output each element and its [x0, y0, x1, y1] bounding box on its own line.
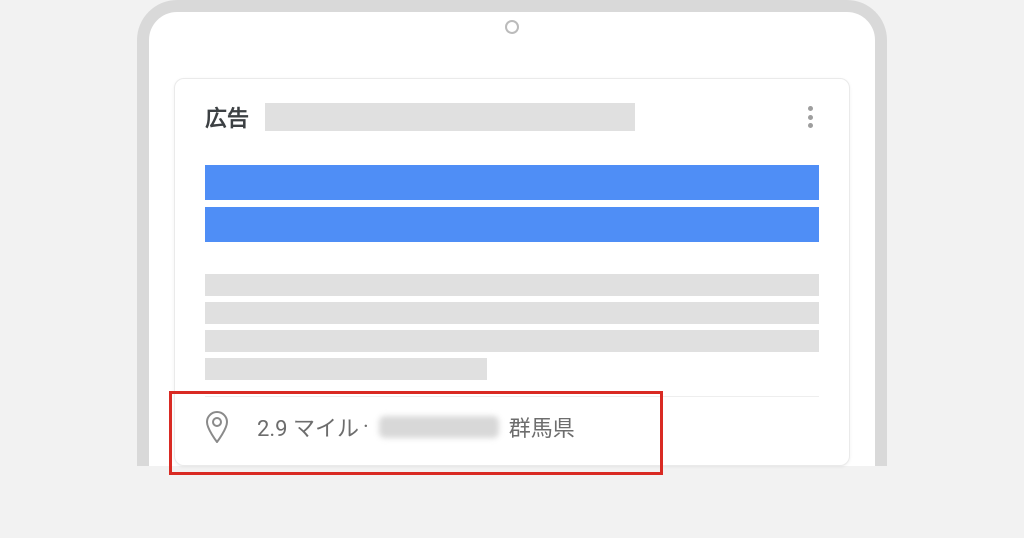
- ad-url-placeholder: [265, 103, 635, 131]
- ad-description-line: [205, 302, 819, 324]
- ad-description-line: [205, 330, 819, 352]
- ad-description-line-short: [205, 358, 487, 380]
- device-camera: [505, 20, 519, 34]
- device-frame: 広告 2.9 マイル · 群馬県: [137, 0, 887, 466]
- ad-card: 広告 2.9 マイル · 群馬県: [174, 78, 850, 466]
- location-region: 群馬県: [509, 411, 575, 443]
- ad-description-line: [205, 274, 819, 296]
- location-distance: 2.9 マイル: [257, 411, 359, 443]
- ad-header-row: 広告: [205, 101, 819, 133]
- location-separator: ·: [363, 415, 369, 440]
- ad-badge-label: 広告: [205, 101, 249, 133]
- more-options-icon[interactable]: [801, 104, 819, 130]
- ad-title-line-1[interactable]: [205, 165, 819, 200]
- location-extension-row[interactable]: 2.9 マイル · 群馬県: [205, 396, 819, 443]
- ad-title-line-2[interactable]: [205, 207, 819, 242]
- location-text: 2.9 マイル · 群馬県: [257, 411, 575, 443]
- location-pin-icon: [205, 411, 229, 443]
- location-address-obscured: [379, 416, 499, 438]
